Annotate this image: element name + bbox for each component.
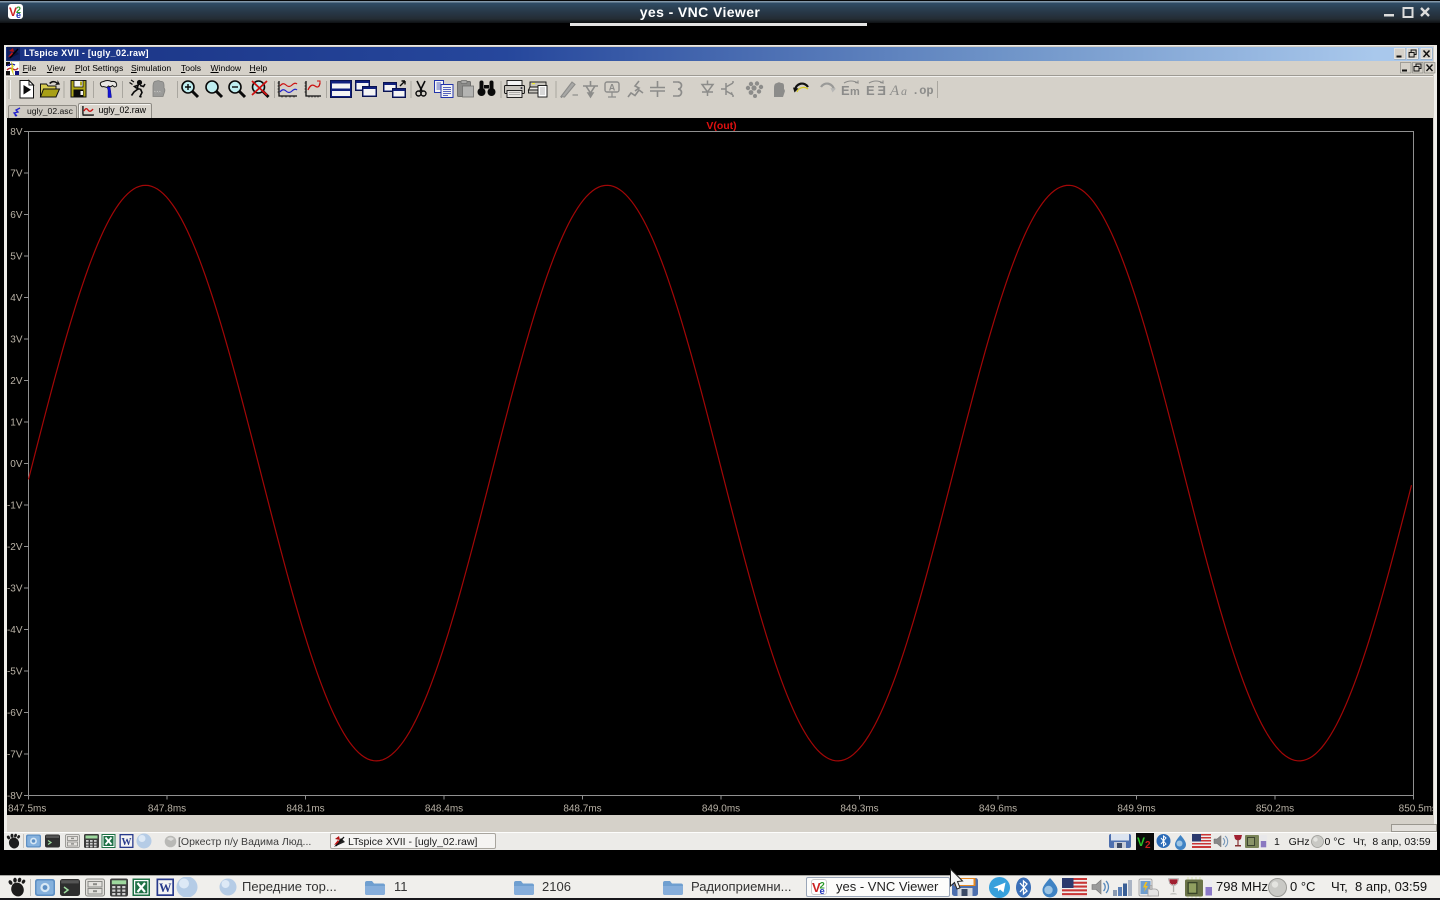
svg-text:7V: 7V: [10, 169, 23, 180]
svg-text:A: A: [889, 83, 900, 99]
svg-text:847.8ms: 847.8ms: [148, 804, 186, 815]
svg-text:848.7ms: 848.7ms: [563, 804, 601, 815]
svg-text:3V: 3V: [10, 335, 23, 346]
svg-text:849.3ms: 849.3ms: [840, 804, 878, 815]
svg-text:4V: 4V: [10, 293, 23, 304]
svg-text:A: A: [609, 83, 616, 93]
svg-text:E: E: [866, 83, 875, 98]
svg-text:e: e: [16, 10, 21, 19]
svg-text:850.5ms: 850.5ms: [1399, 804, 1433, 815]
svg-text:5V: 5V: [10, 252, 23, 263]
svg-text:-7V: -7V: [7, 750, 23, 761]
svg-text:-8V: -8V: [7, 791, 23, 802]
svg-text:-3V: -3V: [7, 584, 23, 595]
svg-text:V: V: [1137, 835, 1145, 849]
svg-text:W: W: [122, 837, 132, 848]
svg-text:2: 2: [1145, 840, 1151, 850]
svg-text:849.6ms: 849.6ms: [979, 804, 1017, 815]
svg-text:6V: 6V: [10, 210, 23, 221]
svg-text:2V: 2V: [10, 376, 23, 387]
svg-text:m: m: [850, 86, 860, 98]
svg-text:V(out): V(out): [706, 120, 736, 132]
svg-text:848.1ms: 848.1ms: [286, 804, 324, 815]
svg-text:-4V: -4V: [7, 625, 23, 636]
svg-text:-2V: -2V: [7, 542, 23, 553]
svg-text:847.5ms: 847.5ms: [8, 804, 46, 815]
svg-text:-1V: -1V: [7, 501, 23, 512]
svg-text:1V: 1V: [10, 418, 23, 429]
svg-text:a: a: [901, 84, 907, 98]
svg-text:0V: 0V: [10, 459, 23, 470]
svg-text:849.0ms: 849.0ms: [702, 804, 740, 815]
svg-text:848.4ms: 848.4ms: [425, 804, 463, 815]
svg-text:E: E: [877, 83, 886, 98]
svg-text:849.9ms: 849.9ms: [1117, 804, 1155, 815]
svg-text:-6V: -6V: [7, 708, 23, 719]
svg-text:E: E: [841, 83, 850, 98]
svg-text:850.2ms: 850.2ms: [1256, 804, 1294, 815]
svg-text:-5V: -5V: [7, 667, 23, 678]
svg-text:8V: 8V: [10, 127, 23, 138]
svg-text:.op: .op: [912, 84, 934, 98]
svg-text:e: e: [820, 886, 825, 895]
svg-text:W: W: [159, 881, 172, 895]
